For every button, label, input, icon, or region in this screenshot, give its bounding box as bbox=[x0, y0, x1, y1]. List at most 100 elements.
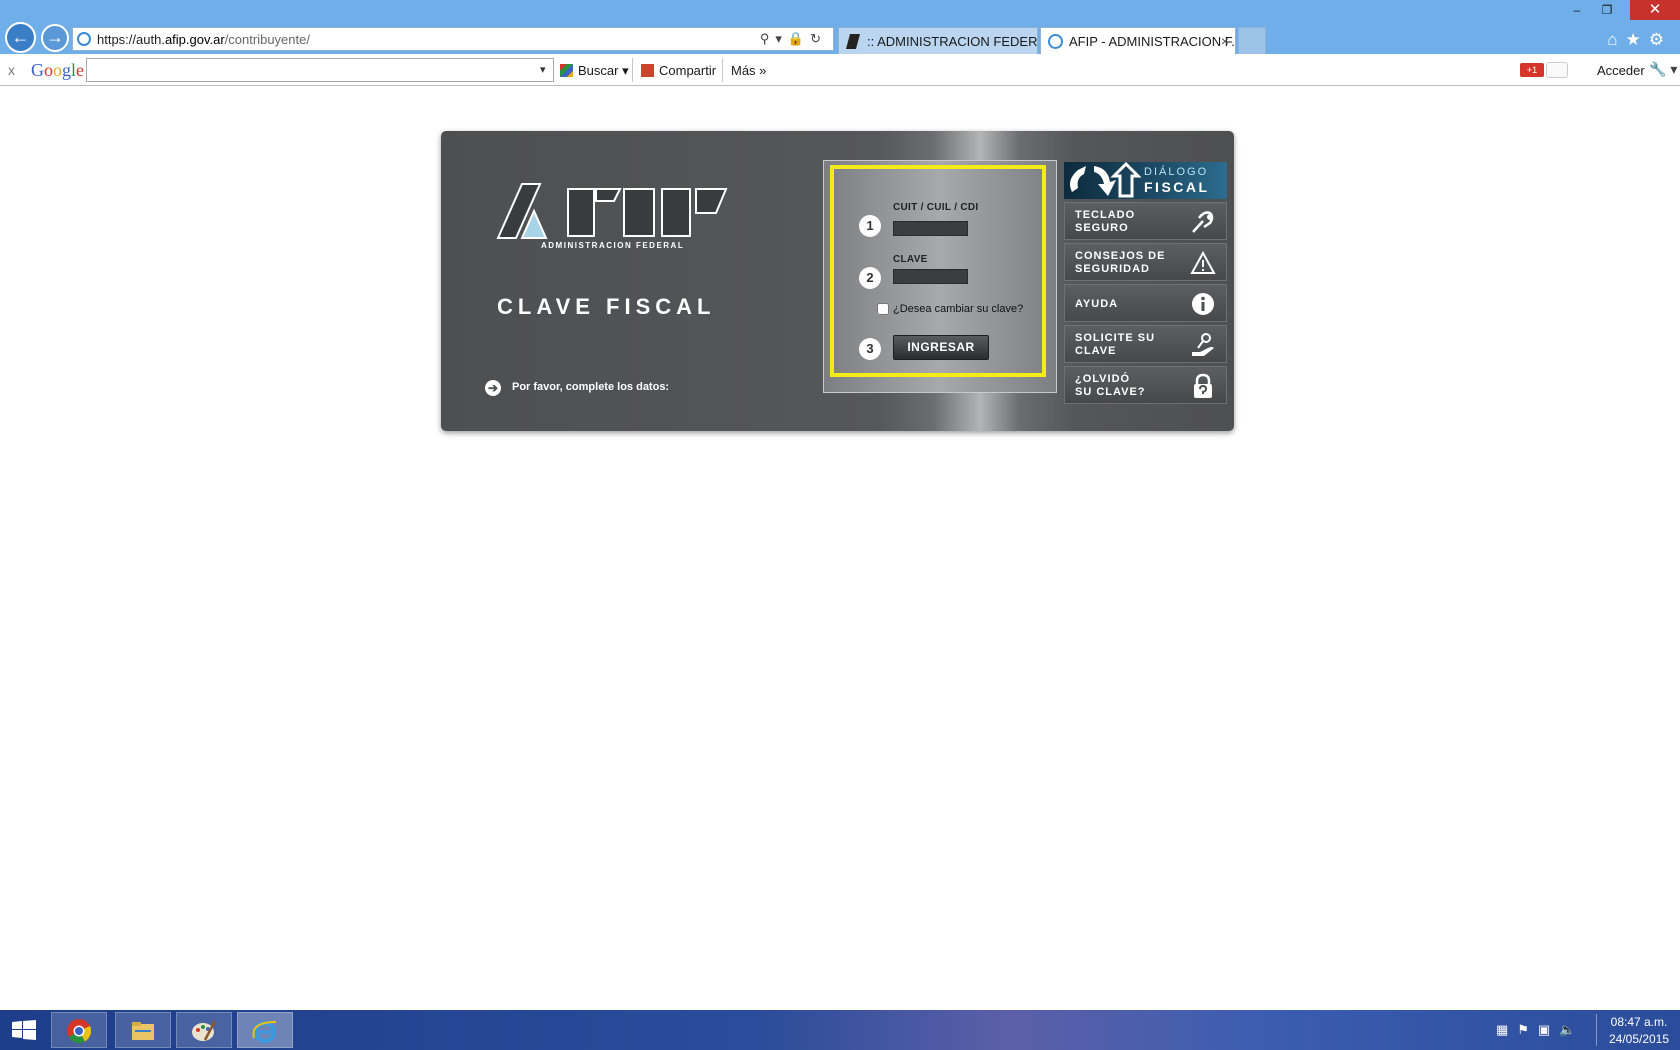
administracion-federal-label: ADMINISTRACION FEDERAL bbox=[541, 241, 685, 250]
keyboard-hand-icon bbox=[1192, 211, 1214, 233]
taskbar-paint[interactable] bbox=[176, 1012, 232, 1048]
search-dropdown-icon[interactable]: ▾ bbox=[540, 63, 546, 76]
change-password-checkbox[interactable] bbox=[877, 303, 889, 315]
dialogo-label: DIÁLOGO bbox=[1144, 166, 1209, 178]
paint-palette-icon bbox=[192, 1020, 217, 1041]
minimize-button[interactable]: – bbox=[1562, 0, 1592, 20]
tab-afip-active[interactable]: AFIP - ADMINISTRACION F... × bbox=[1040, 27, 1236, 54]
buscar-label: Buscar ▾ bbox=[578, 63, 629, 78]
compartir-button[interactable]: Compartir bbox=[641, 63, 716, 78]
menu-label: CONSEJOS DE bbox=[1075, 250, 1166, 262]
menu-teclado-seguro[interactable]: TECLADO SEGURO bbox=[1064, 202, 1227, 240]
clock-date[interactable]: 24/05/2015 bbox=[1604, 1032, 1674, 1046]
menu-label: SEGURO bbox=[1075, 222, 1129, 234]
dialogo-fiscal-banner[interactable]: DIÁLOGO FISCAL bbox=[1064, 162, 1227, 199]
afip-login-panel: ADMINISTRACION FEDERAL CLAVE FISCAL ➔ Po… bbox=[441, 131, 1234, 431]
address-url[interactable]: https://auth.afip.gov.ar/contribuyente/ bbox=[97, 32, 310, 47]
menu-label: CLAVE bbox=[1075, 345, 1117, 357]
google-logo: Google bbox=[31, 60, 84, 81]
fiscal-label: FISCAL bbox=[1144, 179, 1210, 195]
toolbar-toggle[interactable] bbox=[1546, 62, 1568, 78]
menu-label: SEGURIDAD bbox=[1075, 263, 1151, 275]
afip-favicon-icon bbox=[845, 34, 861, 49]
share-icon bbox=[641, 64, 654, 77]
url-path: /contribuyente/ bbox=[224, 32, 310, 47]
google-g-icon bbox=[560, 64, 573, 77]
taskbar-file-explorer[interactable] bbox=[115, 1012, 171, 1048]
toolbar-close-icon[interactable]: x bbox=[8, 62, 15, 78]
windows-start-icon[interactable] bbox=[12, 1020, 36, 1040]
arrow-right-icon: → bbox=[46, 27, 64, 47]
address-bar-icons[interactable]: ⚲▾🔒↻ bbox=[760, 31, 827, 47]
menu-label: SOLICITE SU bbox=[1075, 332, 1156, 344]
url-prefix: https://auth. bbox=[97, 32, 165, 47]
forward-button[interactable]: → bbox=[41, 24, 69, 52]
step-3-badge: 3 bbox=[859, 338, 881, 360]
system-tray-icons[interactable]: ▦⚑▣🔈 bbox=[1496, 1022, 1584, 1038]
internet-explorer-icon bbox=[252, 1021, 277, 1043]
windows-taskbar: ▦⚑▣🔈 08:47 a.m. 24/05/2015 bbox=[0, 1010, 1680, 1050]
browser-titlebar: ← → https://auth.afip.gov.ar/contribuyen… bbox=[0, 0, 1680, 54]
clock-time[interactable]: 08:47 a.m. bbox=[1604, 1015, 1674, 1029]
google-plus-one-button[interactable]: +1 bbox=[1520, 63, 1544, 77]
tab-administracion-federal[interactable]: :: ADMINISTRACION FEDERAL ... bbox=[838, 27, 1038, 54]
compartir-label: Compartir bbox=[659, 63, 717, 78]
wrench-settings-icon[interactable]: 🔧 ▾ bbox=[1649, 61, 1677, 78]
menu-ayuda[interactable]: AYUDA bbox=[1064, 284, 1227, 322]
menu-label: ¿OLVIDÓ bbox=[1075, 373, 1131, 385]
ie-page-icon bbox=[77, 32, 91, 46]
info-icon bbox=[1192, 293, 1214, 315]
home-favorites-tools-icons[interactable]: ⌂★⚙ bbox=[1607, 30, 1672, 50]
clave-input[interactable] bbox=[893, 269, 968, 284]
menu-label: TECLADO bbox=[1075, 209, 1136, 221]
address-bar[interactable]: https://auth.afip.gov.ar/contribuyente/ … bbox=[72, 27, 834, 51]
google-search-input[interactable] bbox=[86, 58, 554, 82]
taskbar-internet-explorer[interactable] bbox=[237, 1012, 293, 1048]
logo-letter: g bbox=[62, 60, 71, 80]
logo-letter: o bbox=[53, 60, 62, 80]
new-tab-button[interactable] bbox=[1238, 27, 1266, 54]
cuit-label: CUIT / CUIL / CDI bbox=[893, 202, 979, 213]
tab-label: AFIP - ADMINISTRACION F... bbox=[1069, 34, 1236, 49]
clave-label: CLAVE bbox=[893, 254, 928, 265]
logo-letter: e bbox=[76, 60, 85, 80]
instruction-text: Por favor, complete los datos: bbox=[512, 381, 670, 393]
taskbar-chrome[interactable] bbox=[51, 1012, 107, 1048]
google-toolbar: x Google ▾ Buscar ▾ Compartir Más » +1 A… bbox=[0, 54, 1680, 86]
padlock-question-icon bbox=[1194, 373, 1212, 398]
hand-key-icon bbox=[1192, 333, 1214, 356]
back-button[interactable]: ← bbox=[5, 22, 36, 53]
mas-button[interactable]: Más » bbox=[731, 63, 766, 78]
change-password-label[interactable]: ¿Desea cambiar su clave? bbox=[893, 303, 1023, 315]
folder-icon bbox=[132, 1022, 154, 1040]
warning-icon bbox=[1190, 250, 1216, 274]
dialogo-arrows-icon bbox=[1070, 162, 1142, 198]
clave-fiscal-title: CLAVE FISCAL bbox=[497, 294, 716, 319]
toolbar-divider bbox=[722, 58, 723, 82]
cuit-input[interactable] bbox=[893, 221, 968, 236]
toolbar-divider bbox=[632, 58, 633, 82]
maximize-button[interactable]: ❐ bbox=[1592, 0, 1622, 20]
tab-close-icon[interactable]: × bbox=[1221, 33, 1229, 49]
menu-olvido-clave[interactable]: ¿OLVIDÓ SU CLAVE? bbox=[1064, 366, 1227, 404]
afip-logo bbox=[496, 183, 728, 239]
arrow-circle-icon: ➔ bbox=[485, 380, 501, 396]
buscar-button[interactable]: Buscar ▾ bbox=[560, 63, 629, 79]
ie-favicon-icon bbox=[1048, 34, 1063, 49]
tab-label: :: ADMINISTRACION FEDERAL ... bbox=[867, 34, 1038, 49]
menu-consejos-seguridad[interactable]: CONSEJOS DE SEGURIDAD bbox=[1064, 243, 1227, 281]
chrome-icon bbox=[67, 1019, 92, 1044]
login-form: 1 CUIT / CUIL / CDI 2 CLAVE ¿Desea cambi… bbox=[823, 160, 1057, 393]
acceder-link[interactable]: Acceder bbox=[1597, 63, 1645, 78]
form-highlight-frame: 1 CUIT / CUIL / CDI 2 CLAVE ¿Desea cambi… bbox=[830, 165, 1046, 377]
url-domain: afip.gov.ar bbox=[164, 32, 225, 47]
close-window-button[interactable]: ✕ bbox=[1630, 0, 1680, 20]
menu-solicite-clave[interactable]: SOLICITE SU CLAVE bbox=[1064, 325, 1227, 363]
arrow-left-icon: ← bbox=[11, 27, 30, 47]
tray-divider bbox=[1596, 1014, 1597, 1046]
logo-letter: G bbox=[31, 60, 44, 80]
ingresar-button[interactable]: INGRESAR bbox=[893, 335, 989, 360]
step-1-badge: 1 bbox=[859, 215, 881, 237]
menu-label: AYUDA bbox=[1075, 298, 1119, 310]
step-2-badge: 2 bbox=[859, 267, 881, 289]
